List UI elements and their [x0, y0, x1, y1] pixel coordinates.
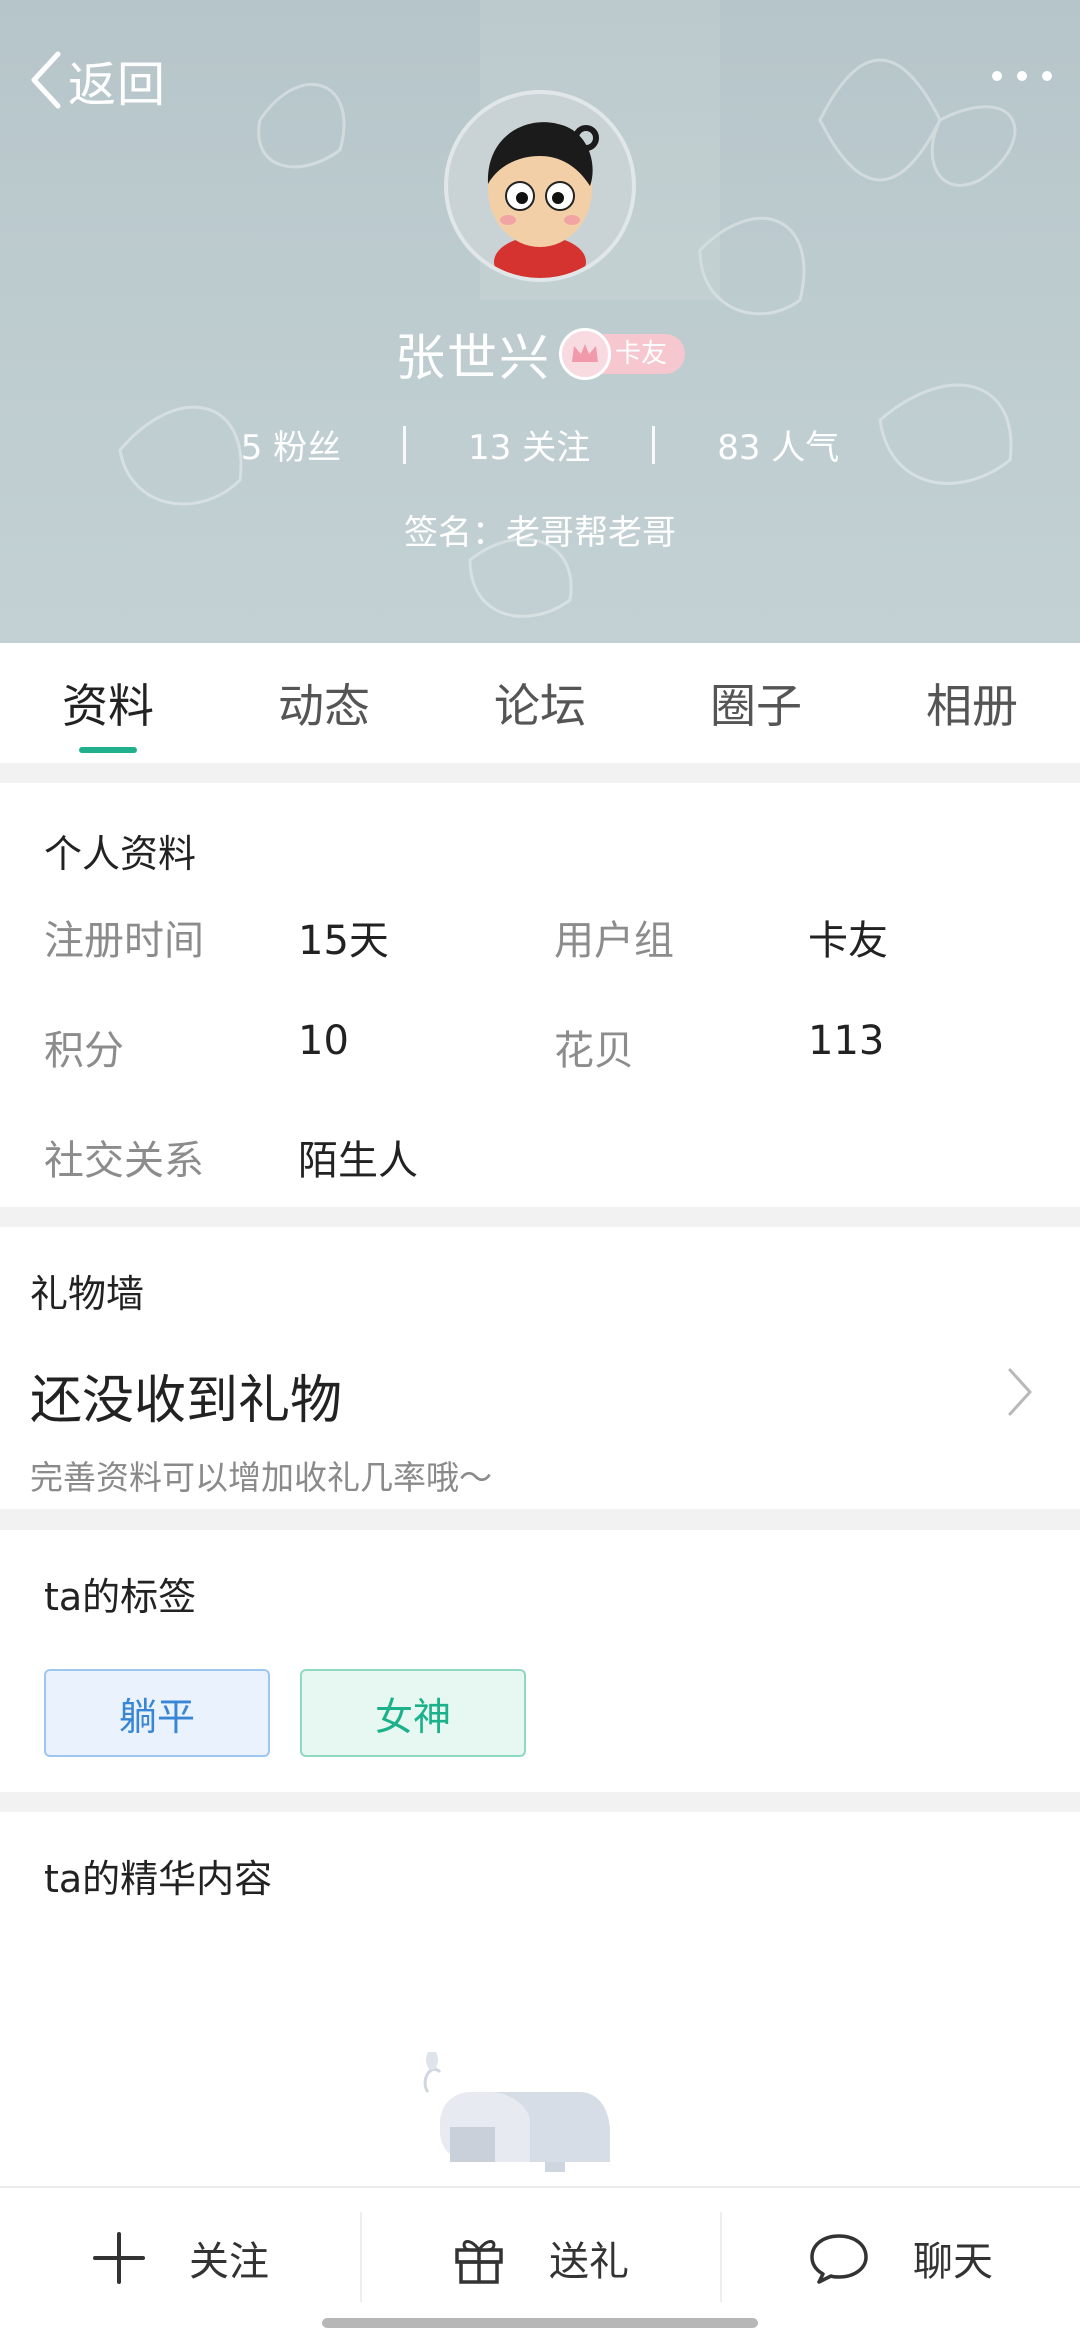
plus-icon: [93, 2232, 145, 2284]
tab-circle[interactable]: 圈子: [648, 643, 864, 763]
gift-wall-hint: 完善资料可以增加收礼几率哦～: [30, 1458, 492, 1497]
badge-label: 卡友: [614, 339, 667, 369]
tag-item[interactable]: 女神: [300, 1669, 526, 1757]
home-indicator: [322, 2318, 758, 2328]
fans-count[interactable]: 5 粉丝: [179, 420, 403, 469]
chat-bubble-icon: [810, 2234, 868, 2284]
chevron-left-icon: [31, 51, 61, 109]
tab-activity[interactable]: 动态: [216, 643, 432, 763]
section-title: 个人资料: [44, 832, 197, 876]
chat-button[interactable]: 聊天: [720, 2188, 1080, 2328]
back-label: 返回: [68, 57, 167, 113]
gift-wall-card[interactable]: 礼物墙 还没收到礼物 完善资料可以增加收礼几率哦～: [0, 1227, 1080, 1509]
avatar-image: [448, 94, 632, 278]
gift-wall-empty-title: 还没收到礼物: [30, 1371, 343, 1431]
more-icon: [992, 71, 1002, 81]
user-name: 张世兴: [394, 329, 551, 387]
user-group-label: 用户组: [554, 918, 674, 964]
signature: 签名：老哥帮老哥: [404, 513, 676, 553]
more-button[interactable]: [992, 56, 1052, 96]
register-time-label: 注册时间: [44, 918, 204, 964]
following-count[interactable]: 13 关注: [406, 420, 652, 469]
user-group-value: 卡友: [808, 918, 888, 964]
points-label: 积分: [44, 1028, 124, 1074]
tag-item[interactable]: 躺平: [44, 1669, 270, 1757]
relation-value: 陌生人: [298, 1138, 418, 1184]
profile-header: 返回 张世兴 卡友 5 粉丝 13 关注 83 人气 签名：老哥帮老哥: [0, 0, 1080, 643]
register-time-value: 15天: [298, 918, 389, 964]
points-value: 10: [298, 1018, 349, 1064]
crown-icon: [558, 328, 611, 380]
profile-page: 返回 张世兴 卡友 5 粉丝 13 关注 83 人气 签名：老哥帮老哥 资料 动…: [0, 0, 1080, 2332]
section-title: ta的精华内容: [44, 1857, 273, 1901]
section-title: ta的标签: [44, 1575, 197, 1619]
send-gift-button[interactable]: 送礼: [360, 2188, 720, 2328]
avatar[interactable]: [444, 90, 636, 282]
follow-button[interactable]: 关注: [0, 2188, 360, 2328]
tags-card: ta的标签 躺平 女神: [0, 1530, 1080, 1792]
user-badge: 卡友: [558, 328, 685, 380]
stat-divider: [652, 425, 656, 464]
gift-label: 送礼: [549, 2239, 629, 2285]
stat-divider: [403, 425, 407, 464]
back-button[interactable]: 返回: [28, 48, 167, 113]
personal-info-card: 个人资料 注册时间 15天 用户组 卡友 积分 10 花贝 113 社交关系 陌…: [0, 783, 1080, 1207]
flower-shells-value: 113: [808, 1018, 885, 1064]
tab-profile[interactable]: 资料: [0, 643, 216, 763]
chat-label: 聊天: [913, 2239, 993, 2285]
relation-label: 社交关系: [44, 1138, 204, 1184]
chevron-right-icon: [1008, 1368, 1032, 1416]
tab-album[interactable]: 相册: [864, 643, 1080, 763]
name-row: 张世兴 卡友: [0, 318, 1080, 390]
empty-mailbox-illustration: [423, 2052, 610, 2172]
gift-icon: [455, 2240, 503, 2284]
popularity-count: 83 人气: [717, 428, 840, 468]
info-grid: 注册时间 15天 用户组 卡友 积分 10 花贝 113 社交关系 陌生人: [44, 908, 1036, 1186]
section-title: 礼物墙: [30, 1272, 145, 1316]
follow-label: 关注: [189, 2239, 269, 2285]
flower-shells-label: 花贝: [554, 1028, 634, 1074]
tag-list: 躺平 女神: [44, 1669, 1036, 1757]
profile-tabs: 资料 动态 论坛 圈子 相册: [0, 643, 1080, 763]
user-stats: 5 粉丝 13 关注 83 人气: [0, 420, 1080, 469]
bottom-action-bar: 关注 送礼 聊天: [0, 2186, 1080, 2332]
tab-forum[interactable]: 论坛: [432, 643, 648, 763]
